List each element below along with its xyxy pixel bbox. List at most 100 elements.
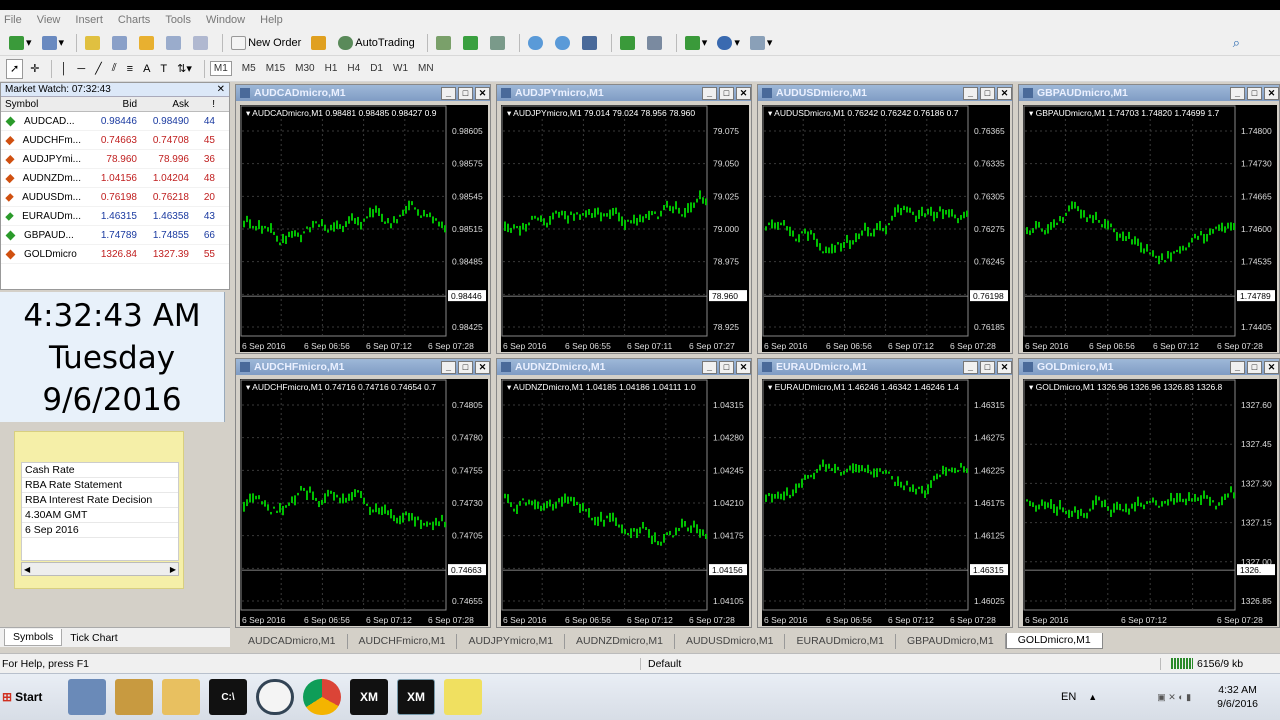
chrome-icon[interactable]	[303, 679, 341, 715]
market-watch-row[interactable]: AUDNZDm... 1.04156 1.04204 48	[1, 169, 229, 188]
language-indicator[interactable]: EN	[1061, 691, 1076, 703]
minimize-icon[interactable]: _	[1230, 86, 1245, 100]
fibonacci-tool[interactable]: ≡	[124, 59, 136, 79]
xm-terminal-icon[interactable]: XM	[350, 679, 388, 715]
timeframe-m5[interactable]: M5	[242, 63, 256, 74]
computer-icon[interactable]	[68, 679, 106, 715]
maximize-icon[interactable]: □	[980, 360, 995, 374]
minimize-icon[interactable]: _	[1230, 360, 1245, 374]
timeframe-w1[interactable]: W1	[393, 63, 408, 74]
close-icon[interactable]: ✕	[736, 86, 751, 100]
autotrading-button[interactable]: AutoTrading	[335, 33, 418, 53]
vertical-line-tool[interactable]: │	[57, 59, 70, 79]
chart-plot[interactable]: 1.46315 1.46275 1.46225 1.46175 1.46125 1.460…	[762, 379, 1010, 626]
new-order-button[interactable]: New Order	[228, 33, 304, 53]
timeframe-d1[interactable]: D1	[370, 63, 383, 74]
maximize-icon[interactable]: □	[980, 86, 995, 100]
chart-window[interactable]: AUDNZDmicro,M1 _ □ ✕ 1.04315 1.04280 1.04245 1.…	[496, 358, 752, 628]
auto-scroll-button[interactable]	[617, 33, 640, 53]
market-watch-row[interactable]: AUDCAD... 0.98446 0.98490 44	[1, 112, 229, 131]
text-label-tool[interactable]: T	[157, 59, 170, 79]
note-item[interactable]: RBA Interest Rate Decision	[22, 493, 178, 508]
navigator-toggle[interactable]	[136, 33, 159, 53]
chart-plot[interactable]: 0.74805 0.74780 0.74755 0.74730 0.74705 0.746…	[240, 379, 488, 626]
maximize-icon[interactable]: □	[458, 360, 473, 374]
tab-tick-chart[interactable]: Tick Chart	[62, 630, 125, 646]
menu-insert[interactable]: Insert	[75, 14, 103, 26]
chart-titlebar[interactable]: AUDUSDmicro,M1 _ □ ✕	[758, 85, 1012, 101]
timeframe-h1[interactable]: H1	[325, 63, 338, 74]
chart-titlebar[interactable]: AUDCHFmicro,M1 _ □ ✕	[236, 359, 490, 375]
sticky-notes-icon[interactable]	[444, 679, 482, 715]
minimize-icon[interactable]: _	[441, 86, 456, 100]
close-icon[interactable]: ✕	[217, 84, 225, 95]
chart-window[interactable]: AUDCADmicro,M1 _ □ ✕ 0.98605 0.98575 0.98545 0.…	[235, 84, 491, 354]
timeframe-m30[interactable]: M30	[295, 63, 314, 74]
window-tab[interactable]: AUDCADmicro,M1	[237, 633, 348, 649]
maximize-icon[interactable]: □	[1247, 360, 1262, 374]
market-watch-row[interactable]: AUDUSDm... 0.76198 0.76218 20	[1, 188, 229, 207]
search-icon[interactable]: ⌕	[1233, 35, 1240, 51]
menu-tools[interactable]: Tools	[165, 14, 191, 26]
tester-toggle[interactable]	[190, 33, 213, 53]
menu-help[interactable]: Help	[260, 14, 283, 26]
menu-view[interactable]: View	[37, 14, 61, 26]
crosshair-tool[interactable]: ✛	[27, 59, 42, 79]
tray-arrow-icon[interactable]: ▲	[1088, 692, 1097, 702]
close-icon[interactable]: ✕	[997, 86, 1012, 100]
market-watch-row[interactable]: GBPAUD... 1.74789 1.74855 66	[1, 226, 229, 245]
column-symbol[interactable]: Symbol	[1, 99, 89, 110]
clock-app-icon[interactable]	[256, 679, 294, 715]
note-item[interactable]: RBA Rate Statement	[22, 478, 178, 493]
new-chart-button[interactable]: ▾	[6, 33, 35, 53]
window-tab[interactable]: AUDUSDmicro,M1	[675, 633, 786, 649]
window-tab[interactable]: AUDNZDmicro,M1	[565, 633, 675, 649]
chart-titlebar[interactable]: GOLDmicro,M1 _ □ ✕	[1019, 359, 1279, 375]
chart-plot[interactable]: 1.04315 1.04280 1.04245 1.04210 1.04175 1.041…	[501, 379, 749, 626]
window-tab-active[interactable]: GOLDmicro,M1	[1005, 633, 1103, 649]
text-tool[interactable]: A	[140, 59, 153, 79]
scroll-left-icon[interactable]: ◀	[24, 565, 30, 574]
minimize-icon[interactable]: _	[441, 360, 456, 374]
indicators-button[interactable]: ▾	[682, 33, 711, 53]
terminal-toggle[interactable]	[163, 33, 186, 53]
menu-window[interactable]: Window	[206, 14, 245, 26]
horizontal-line-tool[interactable]: ─	[74, 59, 88, 79]
menu-charts[interactable]: Charts	[118, 14, 150, 26]
chart-titlebar[interactable]: AUDCADmicro,M1 _ □ ✕	[236, 85, 490, 101]
note-item[interactable]: 6 Sep 2016	[22, 523, 178, 538]
profiles-button[interactable]: ▾	[39, 33, 68, 53]
line-chart-button[interactable]	[487, 33, 510, 53]
market-watch-row[interactable]: GOLDmicro 1326.84 1327.39 55	[1, 245, 229, 264]
chart-titlebar[interactable]: EURAUDmicro,M1 _ □ ✕	[758, 359, 1012, 375]
window-tab[interactable]: EURAUDmicro,M1	[785, 633, 896, 649]
minimize-icon[interactable]: _	[963, 86, 978, 100]
templates-button[interactable]: ▾	[747, 33, 776, 53]
close-icon[interactable]: ✕	[1264, 86, 1279, 100]
chart-window[interactable]: AUDJPYmicro,M1 _ □ ✕ 79.075 79.050 79.025 79.00…	[496, 84, 752, 354]
column-ask[interactable]: Ask	[141, 99, 193, 110]
bar-chart-button[interactable]	[433, 33, 456, 53]
candlestick-button[interactable]	[460, 33, 483, 53]
market-watch-toggle[interactable]	[82, 33, 105, 53]
zoom-in-button[interactable]	[525, 33, 548, 53]
folder-icon[interactable]	[162, 679, 200, 715]
trendline-tool[interactable]: ╱	[92, 59, 105, 79]
chart-titlebar[interactable]: AUDJPYmicro,M1 _ □ ✕	[497, 85, 751, 101]
timeframe-m1[interactable]: M1	[209, 61, 232, 76]
window-tab[interactable]: AUDJPYmicro,M1	[457, 633, 566, 649]
timeframe-m15[interactable]: M15	[266, 63, 285, 74]
command-prompt-icon[interactable]: C:\	[209, 679, 247, 715]
close-icon[interactable]: ✕	[475, 86, 490, 100]
metaeditor-button[interactable]	[308, 33, 331, 53]
close-icon[interactable]: ✕	[475, 360, 490, 374]
chart-plot[interactable]: 79.07579.05079.02579.00078.97578.95078.9…	[501, 105, 749, 352]
timeframe-h4[interactable]: H4	[347, 63, 360, 74]
chart-plot[interactable]: 0.763650.763350.763050.762750.762450.762…	[762, 105, 1010, 352]
note-item[interactable]: Cash Rate	[22, 463, 178, 478]
scroll-right-icon[interactable]: ▶	[170, 565, 176, 574]
column-spread[interactable]: !	[193, 99, 219, 110]
close-icon[interactable]: ✕	[1264, 360, 1279, 374]
chart-plot[interactable]: 0.98605 0.98575 0.98545 0.98515 0.98485 0.984…	[240, 105, 488, 352]
column-bid[interactable]: Bid	[89, 99, 141, 110]
